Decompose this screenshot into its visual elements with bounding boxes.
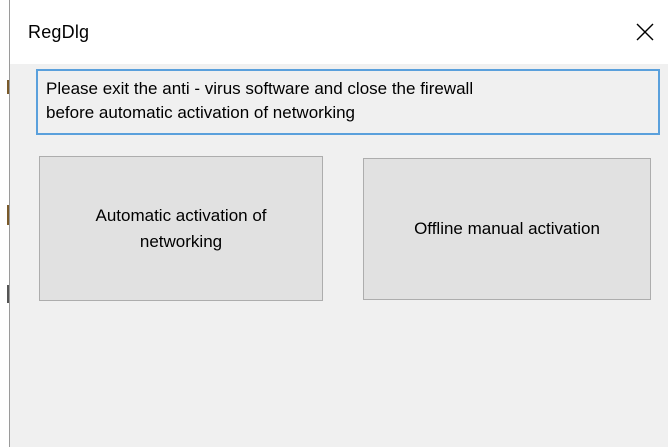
regdlg-dialog: RegDlg Please exit the anti - virus soft… xyxy=(9,0,668,447)
window-title: RegDlg xyxy=(28,22,90,42)
automatic-activation-label-line-2: networking xyxy=(139,231,223,251)
automatic-activation-label: Automatic activation of networking xyxy=(95,203,266,255)
title-bar[interactable]: RegDlg xyxy=(10,0,668,64)
message-text-box[interactable]: Please exit the anti - virus software an… xyxy=(36,69,660,135)
message-line-1: Please exit the anti - virus software an… xyxy=(46,79,474,98)
offline-manual-activation-button[interactable]: Offline manual activation xyxy=(363,158,651,300)
automatic-activation-label-line-1: Automatic activation of xyxy=(95,205,267,225)
close-icon xyxy=(636,23,654,41)
message-line-2: before automatic activation of networkin… xyxy=(46,103,356,122)
background-window-edge xyxy=(0,0,9,447)
automatic-activation-button[interactable]: Automatic activation of networking xyxy=(39,156,323,301)
close-button[interactable] xyxy=(622,12,668,52)
offline-activation-label: Offline manual activation xyxy=(414,219,600,238)
